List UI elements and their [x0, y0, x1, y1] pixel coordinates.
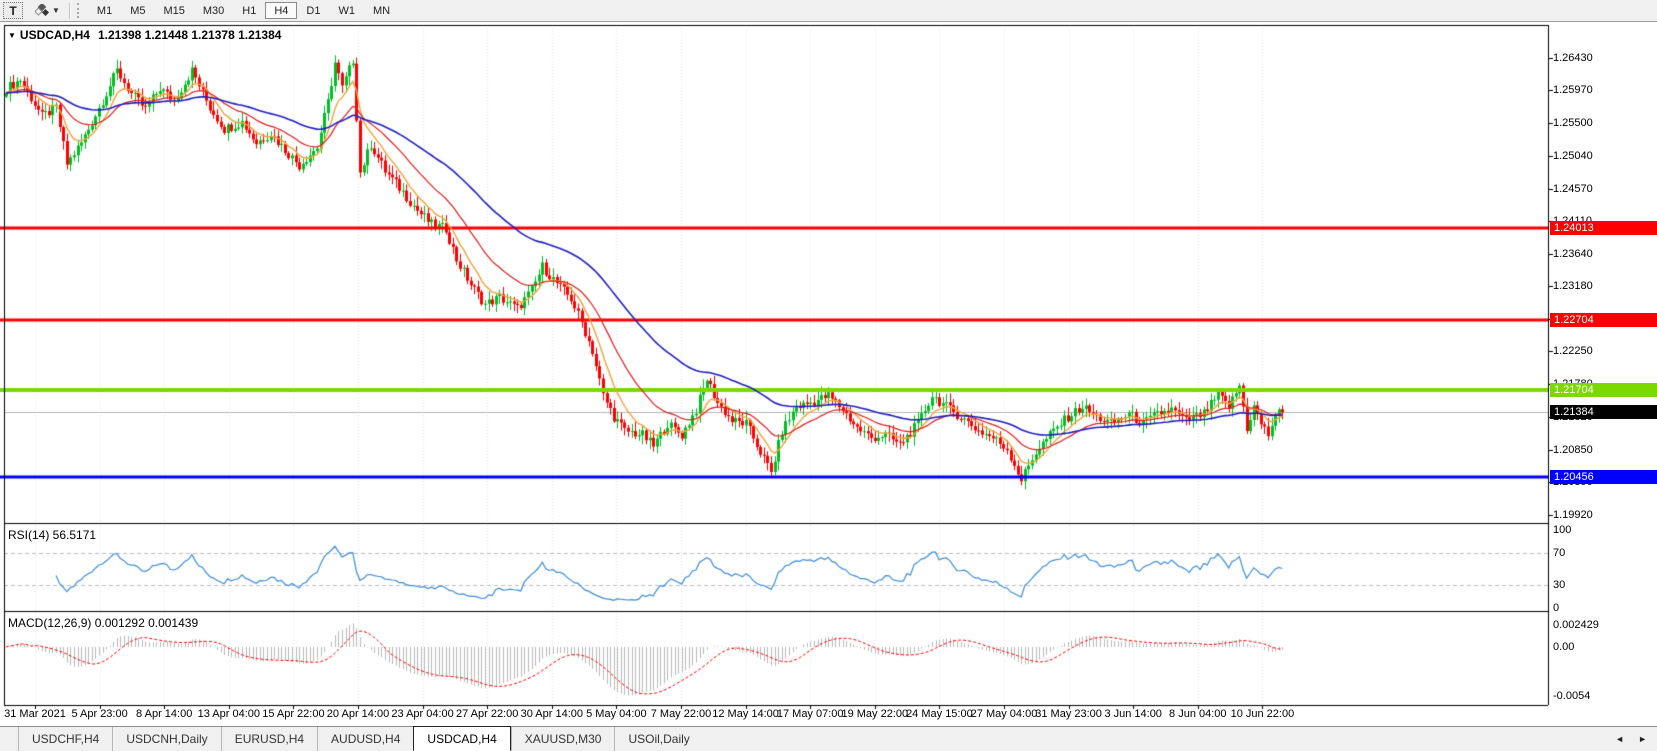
date-label: 17 May 07:00 — [777, 708, 844, 720]
tab-usoil-daily[interactable]: USOil,Daily — [614, 727, 702, 751]
scroll-left-icon[interactable]: ◄ — [1615, 734, 1624, 744]
timeframe-h4[interactable]: H4 — [265, 2, 297, 19]
timeframe-m5[interactable]: M5 — [121, 2, 154, 19]
level-tag-support-blue: 1.20456 — [1550, 470, 1657, 484]
current-price-tag: 1.21384 — [1550, 405, 1657, 419]
macd-axis-tick: 0.002429 — [1553, 619, 1599, 631]
date-label: 10 Jun 22:00 — [1231, 708, 1295, 720]
price-tick: 1.25970 — [1553, 84, 1593, 96]
price-tick: 1.23180 — [1553, 280, 1593, 292]
pane-separator-macd[interactable] — [4, 609, 1548, 613]
date-label: 23 Apr 04:00 — [391, 708, 453, 720]
date-label: 27 May 04:00 — [971, 708, 1038, 720]
chart-title: ▼ USDCAD,H4 1.21398 1.21448 1.21378 1.2138… — [8, 28, 281, 42]
toolbar-separator — [69, 3, 70, 19]
date-label: 5 Apr 23:00 — [71, 708, 127, 720]
rsi-label: RSI(14) 56.5171 — [8, 528, 96, 542]
date-label: 7 May 22:00 — [651, 708, 712, 720]
date-label: 8 Jun 04:00 — [1169, 708, 1227, 720]
chevron-down-icon: ▼ — [52, 6, 60, 15]
tab-usdcnh-daily[interactable]: USDCNH,Daily — [112, 727, 220, 751]
date-label: 19 May 22:00 — [841, 708, 908, 720]
chart-dropdown-icon[interactable]: ▼ — [8, 31, 16, 40]
tab-usdcad-h4[interactable]: USDCAD,H4 — [413, 726, 510, 751]
timeframe-mn[interactable]: MN — [364, 2, 399, 19]
shapes-icon — [35, 4, 50, 17]
timeframe-m30[interactable]: M30 — [194, 2, 233, 19]
date-label: 31 May 23:00 — [1035, 708, 1102, 720]
tab-usdchf-h4[interactable]: USDCHF,H4 — [18, 727, 112, 751]
price-tick: 1.25500 — [1553, 117, 1593, 129]
date-label: 24 May 15:00 — [906, 708, 973, 720]
chart-tab-bar: USDCHF,H4 USDCNH,Daily EURUSD,H4 AUDUSD,… — [0, 726, 1657, 751]
toolbar-grip[interactable] — [77, 3, 83, 18]
level-tag-support-green: 1.21704 — [1550, 383, 1657, 397]
date-label: 13 Apr 04:00 — [198, 708, 260, 720]
timeframe-m1[interactable]: M1 — [88, 2, 121, 19]
rsi-axis-tick: 0 — [1553, 602, 1559, 614]
rsi-axis-tick: 100 — [1553, 524, 1571, 536]
mt4-window: T ▼ M1 M5 M15 M30 H1 H4 D1 W1 MN ▼ USDCAD… — [0, 0, 1657, 751]
price-tick: 1.23640 — [1553, 248, 1593, 260]
scroll-right-icon[interactable]: ► — [1638, 734, 1647, 744]
price-tick: 1.25040 — [1553, 150, 1593, 162]
macd-label: MACD(12,26,9) 0.001292 0.001439 — [8, 616, 198, 630]
price-tick: 1.24570 — [1553, 183, 1593, 195]
date-label: 8 Apr 14:00 — [136, 708, 192, 720]
price-tick: 1.22250 — [1553, 345, 1593, 357]
timeframe-w1[interactable]: W1 — [329, 2, 364, 19]
toolbar: T ▼ M1 M5 M15 M30 H1 H4 D1 W1 MN — [0, 0, 1657, 22]
date-label: 15 Apr 22:00 — [262, 708, 324, 720]
date-label: 31 Mar 2021 — [4, 708, 66, 720]
date-label: 20 Apr 14:00 — [327, 708, 389, 720]
chart-ohlc-values: 1.21398 1.21448 1.21378 1.21384 — [98, 28, 282, 42]
tab-scroll-controls: ◄ ► — [1615, 727, 1647, 751]
text-tool-button[interactable]: T — [3, 2, 23, 19]
price-tick: 1.26430 — [1553, 52, 1593, 64]
date-label: 12 May 14:00 — [712, 708, 779, 720]
timeframe-d1[interactable]: D1 — [297, 2, 329, 19]
pane-separator-rsi[interactable] — [4, 521, 1548, 525]
objects-tool-button[interactable]: ▼ — [31, 2, 64, 19]
date-label: 3 Jun 14:00 — [1104, 708, 1162, 720]
level-tag-resistance-2: 1.22704 — [1550, 313, 1657, 327]
timeframe-h1[interactable]: H1 — [233, 2, 265, 19]
tab-eurusd-h4[interactable]: EURUSD,H4 — [221, 727, 317, 751]
rsi-axis-tick: 30 — [1553, 579, 1565, 591]
chart-symbol-label: USDCAD,H4 — [20, 28, 90, 42]
price-tick: 1.20850 — [1553, 444, 1593, 456]
date-label: 30 Apr 14:00 — [521, 708, 583, 720]
rsi-axis-tick: 70 — [1553, 547, 1565, 559]
level-tag-resistance-1: 1.24013 — [1550, 221, 1657, 235]
macd-axis-tick: -0.0054 — [1553, 690, 1590, 702]
date-label: 5 May 04:00 — [586, 708, 647, 720]
chart-canvas[interactable] — [0, 0, 1657, 751]
timeframe-m15[interactable]: M15 — [154, 2, 193, 19]
price-tick: 1.19920 — [1553, 509, 1593, 521]
tab-audusd-h4[interactable]: AUDUSD,H4 — [317, 727, 413, 751]
tab-xauusd-m30[interactable]: XAUUSD,M30 — [511, 727, 615, 751]
date-label: 27 Apr 22:00 — [456, 708, 518, 720]
macd-axis-tick: 0.00 — [1553, 641, 1574, 653]
